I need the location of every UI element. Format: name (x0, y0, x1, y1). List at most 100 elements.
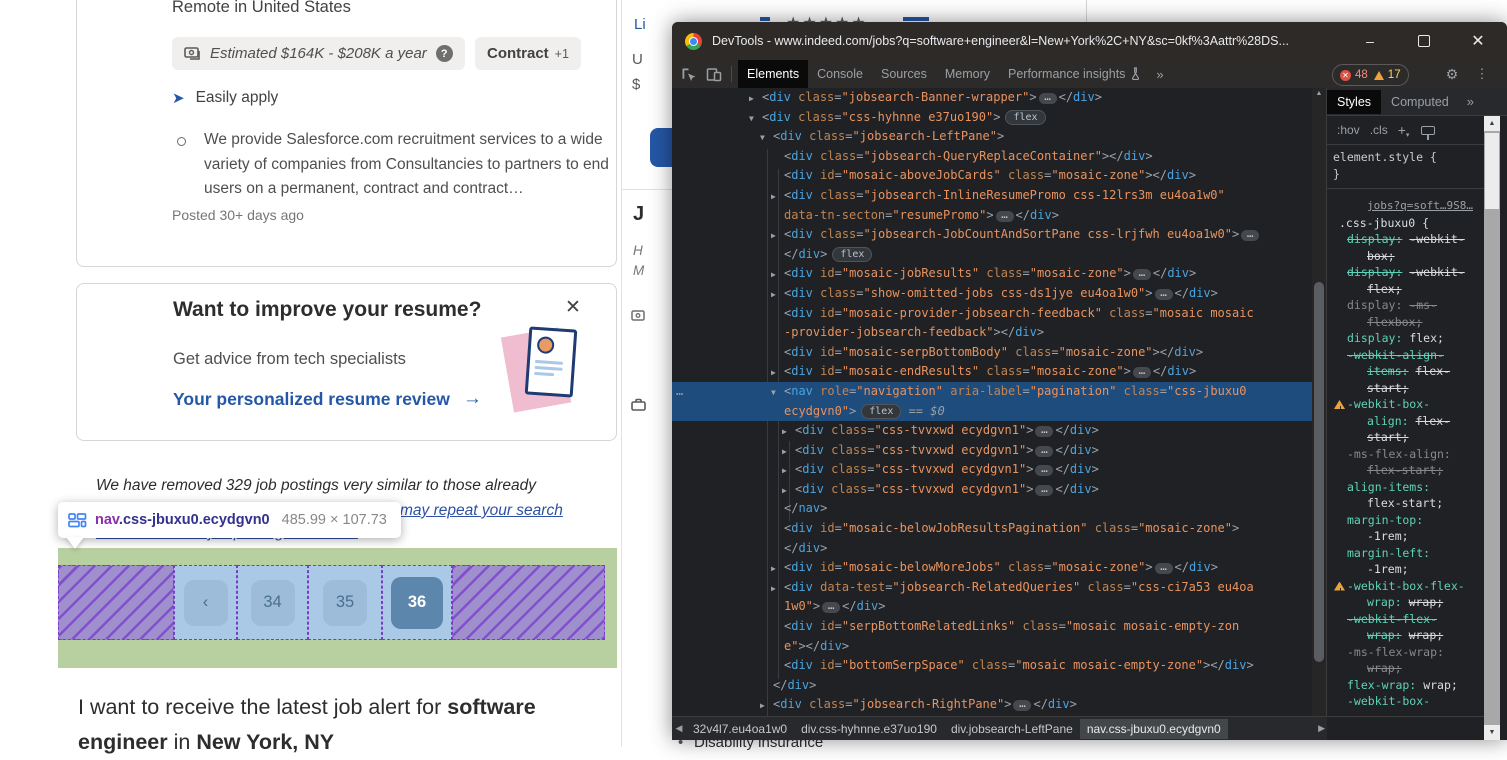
tree-row[interactable]: ▼<div class="jobsearch-LeftPane"> (672, 127, 1312, 147)
job-card[interactable]: Platform 6 Ltd Remote in United States E… (76, 0, 617, 267)
tree-row[interactable]: <div id="serpBottomRelatedLinks" class="… (672, 617, 1312, 637)
devtools-tab-memory[interactable]: Memory (936, 60, 999, 88)
tree-row[interactable]: <div id="mosaic-serpBottomBody" class="m… (672, 343, 1312, 363)
elements-scrollbar[interactable]: ▲ (1312, 88, 1326, 716)
devtools-tab-elements[interactable]: Elements (738, 60, 808, 88)
scrollbar-thumb[interactable] (1314, 282, 1324, 662)
expand-inline-icon[interactable]: … (1035, 485, 1053, 496)
tree-row[interactable]: ▶<div data-test="jobsearch-RelatedQuerie… (672, 578, 1312, 598)
tree-row[interactable]: <div class="jobsearch-QueryReplaceContai… (672, 147, 1312, 167)
scroll-up-icon[interactable]: ▲ (1312, 90, 1326, 97)
css-property[interactable]: !-webkit-box-align: flex-start; (1347, 396, 1471, 446)
tree-row[interactable]: data-tn-secton="resumePromo">…</div> (672, 206, 1312, 226)
css-property[interactable]: margin-left: -1rem; (1347, 545, 1471, 578)
kebab-menu-icon[interactable]: ⋮ (1472, 60, 1492, 88)
rendering-emulation-icon[interactable] (1421, 126, 1435, 135)
close-button[interactable]: ✕ (1458, 22, 1498, 60)
tab-styles[interactable]: Styles (1327, 90, 1381, 114)
expand-inline-icon[interactable]: … (1155, 563, 1173, 574)
rule-source-link[interactable]: jobs?q=soft…9S8… (1333, 194, 1487, 215)
expand-inline-icon[interactable]: … (1133, 367, 1151, 378)
tree-row[interactable]: <div id="bottomSerpSpace" class="mosaic … (672, 656, 1312, 676)
issues-badge[interactable]: ✕ 48 17 (1332, 64, 1409, 86)
tree-row[interactable]: ▶<div class="show-omitted-jobs css-ds1jy… (672, 284, 1312, 304)
breadcrumb-item[interactable]: div.css-hyhnne.e37uo190 (794, 719, 944, 739)
expand-arrow-icon[interactable]: ▶ (782, 422, 795, 442)
css-property[interactable]: -ms-flex-wrap: wrap; (1347, 644, 1471, 677)
breadcrumb-item[interactable]: nav.css-jbuxu0.ecydgvn0 (1080, 719, 1228, 739)
expand-inline-icon[interactable]: … (1035, 446, 1053, 457)
salary-help-icon[interactable]: ? (436, 45, 453, 62)
tree-row[interactable]: <div id="mosaic-belowJobResultsPaginatio… (672, 519, 1312, 539)
css-property[interactable]: !-webkit-box-flex-wrap: wrap; (1347, 578, 1471, 611)
css-property[interactable]: -ms-flex-align: flex-start; (1347, 446, 1471, 479)
inspect-icon[interactable] (681, 67, 697, 82)
scroll-down-icon[interactable]: ▼ (1484, 725, 1500, 740)
tree-row[interactable]: ▶<div id="mosaic-belowMoreJobs" class="m… (672, 558, 1312, 578)
devtools-titlebar[interactable]: DevTools - www.indeed.com/jobs?q=softwar… (672, 22, 1507, 60)
tree-row[interactable]: </div> (672, 676, 1312, 696)
devtools-tab-performance-insights[interactable]: Performance insights (999, 60, 1150, 88)
company-link-fragment[interactable]: Li (634, 16, 646, 33)
pagination-page-button[interactable]: 35 (323, 580, 367, 626)
expand-arrow-icon[interactable]: ▶ (771, 285, 784, 305)
breadcrumb-item[interactable]: div.jobsearch-LeftPane (944, 719, 1080, 739)
css-property[interactable]: -webkit-align-items: flex-start; (1347, 347, 1471, 397)
flex-badge[interactable]: flex (832, 247, 872, 262)
devtools-tab-sources[interactable]: Sources (872, 60, 936, 88)
tree-row-selected[interactable]: ecydgvn0">flex == $0 (672, 402, 1312, 422)
css-property[interactable]: display: -ms-flexbox; (1347, 297, 1471, 330)
tree-row-selected[interactable]: …▼<nav role="navigation" aria-label="pag… (672, 382, 1312, 402)
css-property[interactable]: display: -webkit-box; (1347, 231, 1471, 264)
close-icon[interactable]: ✕ (565, 296, 581, 319)
devtools-tab-console[interactable]: Console (808, 60, 872, 88)
collapse-arrow-icon[interactable]: ▼ (760, 128, 773, 148)
tree-row[interactable]: ▶<div id="mosaic-endResults" class="mosa… (672, 362, 1312, 382)
class-toggle-button[interactable]: .cls (1370, 123, 1388, 137)
tree-row[interactable]: ▶<div id="mosaic-jobResults" class="mosa… (672, 264, 1312, 284)
tree-row[interactable]: <div id="mosaic-provider-jobsearch-feedb… (672, 304, 1312, 324)
expand-inline-icon[interactable]: … (1133, 269, 1151, 280)
expand-arrow-icon[interactable]: ▶ (782, 442, 795, 462)
expand-inline-icon[interactable]: … (1155, 289, 1173, 300)
tree-row[interactable]: ▶<div class="jobsearch-JobCountAndSortPa… (672, 225, 1312, 245)
tree-row[interactable]: </div>flex (672, 245, 1312, 265)
new-rule-button[interactable]: +▾ (1398, 122, 1410, 139)
tree-row[interactable]: -provider-jobsearch-feedback"></div> (672, 323, 1312, 343)
pagination-page-button[interactable]: 34 (251, 580, 295, 626)
scrollbar-thumb[interactable] (1485, 133, 1499, 209)
css-property[interactable]: flex-wrap: wrap; (1347, 677, 1471, 694)
repeat-search-link[interactable]: may repeat your search (400, 502, 563, 520)
device-toolbar-icon[interactable] (706, 67, 722, 82)
expand-arrow-icon[interactable]: ▶ (771, 187, 784, 207)
pagination-prev-button[interactable]: ‹ (184, 580, 228, 626)
flex-badge[interactable]: flex (1005, 110, 1045, 125)
expand-arrow-icon[interactable]: ▶ (760, 696, 773, 716)
expand-inline-icon[interactable]: … (1013, 700, 1031, 711)
breadcrumb-back-icon[interactable]: ◀ (672, 723, 686, 734)
tree-row[interactable]: ▶<div class="jobsearch-InlineResumePromo… (672, 186, 1312, 206)
tree-row[interactable]: 1w0">…</div> (672, 597, 1312, 617)
apply-button-fragment[interactable] (650, 128, 673, 167)
styles-scrollbar[interactable]: ▲ ▼ (1484, 116, 1500, 740)
tree-row[interactable]: e"></div> (672, 637, 1312, 657)
css-property[interactable]: margin-top: -1rem; (1347, 512, 1471, 545)
expand-inline-icon[interactable]: … (822, 602, 840, 613)
tree-row[interactable]: ▶<div class="css-tvvxwd ecydgvn1">…</div… (672, 441, 1312, 461)
breadcrumb-forward-icon[interactable]: ▶ (1318, 723, 1325, 734)
settings-gear-icon[interactable]: ⚙ (1440, 60, 1464, 88)
expand-inline-icon[interactable]: … (1039, 93, 1057, 104)
tree-row[interactable]: </div> (672, 539, 1312, 559)
element-style-section[interactable]: element.style { } (1327, 144, 1487, 189)
tree-row[interactable]: <div id="mosaic-aboveJobCards" class="mo… (672, 166, 1312, 186)
tree-row[interactable]: ▶<div class="css-tvvxwd ecydgvn1">…</div… (672, 480, 1312, 500)
tree-row[interactable]: ▶<div class="css-tvvxwd ecydgvn1">…</div… (672, 421, 1312, 441)
expand-arrow-icon[interactable]: ▶ (771, 226, 784, 246)
more-tabs-icon[interactable]: » (1467, 94, 1474, 109)
css-property[interactable]: display: -webkit-flex; (1347, 264, 1471, 297)
hover-state-button[interactable]: :hov (1337, 123, 1360, 137)
expand-inline-icon[interactable]: … (1035, 426, 1053, 437)
expand-inline-icon[interactable]: … (1035, 465, 1053, 476)
tree-row[interactable]: ▼<div class="css-hyhnne e37uo190">flex (672, 108, 1312, 128)
expand-arrow-icon[interactable]: ▶ (771, 363, 784, 383)
